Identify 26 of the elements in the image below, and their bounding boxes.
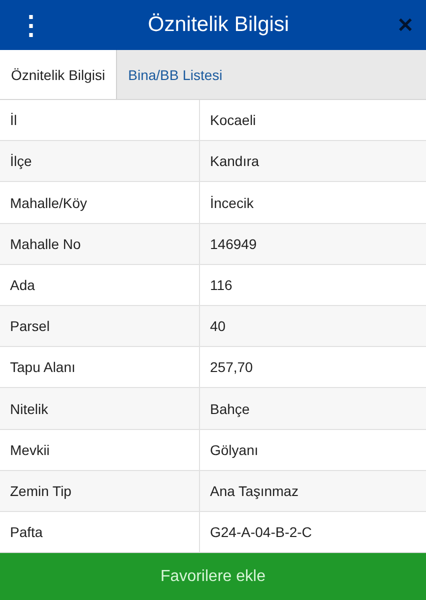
tab[interactable]: Bina/BB Listesi xyxy=(117,50,234,100)
window-title: Öznitelik Bilgisi xyxy=(148,13,290,38)
attribute-value: Bahçe xyxy=(209,400,251,419)
attribute-label: İlçe xyxy=(0,141,200,182)
attribute-label: İl xyxy=(0,100,200,140)
attribute-label: Tapu Alanı xyxy=(0,347,200,388)
attribute-value: Gölyanı xyxy=(209,440,260,460)
attribute-value: Kandıra xyxy=(209,152,260,172)
attribute-value: 257,70 xyxy=(209,358,254,378)
attribute-label: Pafta xyxy=(0,512,200,552)
tab[interactable]: Öznitelik Bilgisi xyxy=(0,50,118,100)
add-favorites-button[interactable]: Favorilere ekle xyxy=(0,553,426,600)
attribute-value: İncecik xyxy=(209,194,255,213)
attribute-value: 116 xyxy=(209,276,234,295)
attribute-label: Mahalle No xyxy=(0,224,200,264)
attribute-label: Parsel xyxy=(0,306,200,346)
attribute-value: 146949 xyxy=(209,234,258,254)
attribute-value: 40 xyxy=(209,317,227,336)
attribute-label: Mevkii xyxy=(0,430,200,470)
attribute-value: Ana Taşınmaz xyxy=(209,482,300,501)
attribute-value: Kocaeli xyxy=(209,111,257,130)
attribute-label: Zemin Tip xyxy=(0,470,200,511)
attribute-label: Mahalle/Köy xyxy=(0,182,200,223)
attribute-label: Nitelik xyxy=(0,388,200,429)
attribute-label: Ada xyxy=(0,264,200,306)
attribute-value: G24-A-04-B-2-C xyxy=(209,523,313,542)
